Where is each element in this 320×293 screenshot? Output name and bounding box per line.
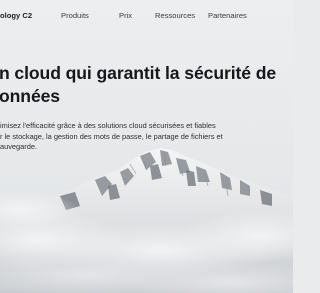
nav-item-partenaires[interactable]: Partenaires bbox=[208, 11, 247, 20]
nav-item-ressources[interactable]: Ressources bbox=[155, 11, 195, 20]
hero-title: n cloud qui garantit la sécurité de onné… bbox=[0, 63, 277, 106]
top-navigation: ology C2 Produits Prix Ressources Parten… bbox=[0, 0, 293, 30]
nav-item-prix[interactable]: Prix bbox=[119, 11, 132, 20]
hero-description: imisez l'efficacité grâce à des solution… bbox=[0, 121, 223, 151]
nav-item-produits[interactable]: Produits bbox=[61, 11, 89, 20]
brand-logo-text[interactable]: ology C2 bbox=[0, 11, 32, 20]
